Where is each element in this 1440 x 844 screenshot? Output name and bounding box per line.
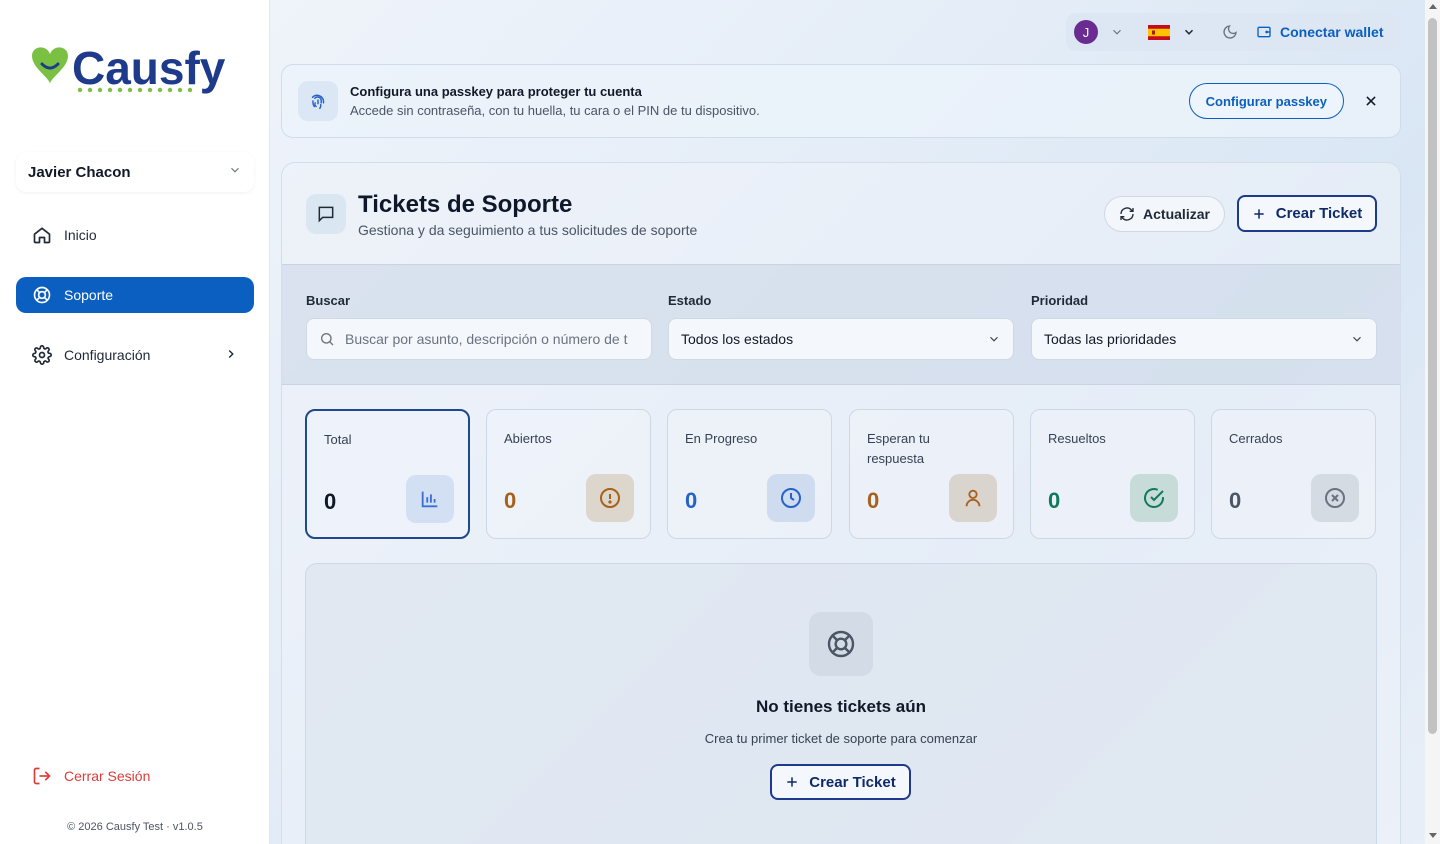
stat-value: 0 [1229,488,1242,513]
clock-icon [767,474,815,522]
chevron-down-icon [1350,332,1364,346]
stat-value: 0 [685,488,698,513]
logout-button[interactable]: Cerrar Sesión [32,766,150,786]
status-value: Todos los estados [681,331,794,347]
chevron-right-icon [224,347,238,364]
sidebar-item-configuracion[interactable]: Configuración [16,337,254,373]
search-placeholder: Buscar por asunto, descripción o número … [345,331,628,347]
create-ticket-button[interactable]: Crear Ticket [1237,195,1377,232]
connect-wallet-button[interactable]: Conectar wallet [1256,24,1383,40]
home-icon [32,225,52,245]
refresh-label: Actualizar [1143,206,1210,222]
wallet-label: Conectar wallet [1280,24,1384,40]
scroll-down-arrow-icon[interactable] [1429,833,1437,838]
chevron-down-icon [987,332,1001,346]
stat-value: 0 [1048,488,1061,513]
sidebar-item-soporte[interactable]: Soporte [16,277,254,313]
empty-create-ticket-button[interactable]: Crear Ticket [770,764,911,800]
sidebar-item-label: Inicio [64,227,97,243]
chevron-down-icon[interactable] [1110,25,1124,39]
stats-row: Total 0 Abiertos 0 En Progreso 0 Esperan… [305,409,1377,539]
search-label: Buscar [306,293,351,308]
sidebar-item-label: Soporte [64,287,114,303]
causfy-logo[interactable]: Causfy [28,38,244,98]
logout-label: Cerrar Sesión [64,768,151,784]
plus-icon [1252,207,1266,221]
card-header: Tickets de Soporte Gestiona y da seguimi… [282,163,1400,264]
refresh-button[interactable]: Actualizar [1104,196,1225,232]
priority-label: Prioridad [1031,293,1089,308]
top-toolbar: J Conectar wallet [1066,13,1400,51]
stat-card-cerrados[interactable]: Cerrados 0 [1211,409,1376,539]
configure-passkey-button[interactable]: Configurar passkey [1188,83,1344,119]
support-tickets-card: Tickets de Soporte Gestiona y da seguimi… [281,162,1401,844]
stat-label: Resueltos [1048,431,1106,446]
stat-label: Cerrados [1229,431,1283,446]
logout-icon [32,766,52,786]
stat-card-en-progreso[interactable]: En Progreso 0 [667,409,832,539]
filters-bar: Buscar Buscar por asunto, descripción o … [282,264,1400,385]
stat-card-resueltos[interactable]: Resueltos 0 [1030,409,1195,539]
chevron-down-icon [228,163,242,182]
empty-title: No tienes tickets aún [755,697,927,716]
user-selector[interactable]: Javier Chacon [16,152,254,192]
page-title: Tickets de Soporte [358,191,573,218]
priority-value: Todas las prioridades [1044,331,1177,347]
user-icon [949,474,997,522]
brand-name: Causfy [72,42,226,94]
gear-icon [32,345,52,365]
status-label: Estado [668,293,712,308]
search-icon [319,331,335,347]
scrollbar-thumb[interactable] [1428,18,1437,734]
passkey-banner: Configura una passkey para proteger tu c… [281,64,1401,138]
message-icon [306,194,346,234]
user-name: Javier Chacon [28,163,131,181]
banner-title: Configura una passkey para proteger tu c… [350,84,642,99]
stat-value: 0 [504,488,517,513]
stat-label: Esperan tu respuesta [867,431,930,466]
page-subtitle: Gestiona y da seguimiento a tus solicitu… [358,222,698,238]
empty-create-label: Crear Ticket [809,773,896,791]
es-flag-icon[interactable] [1148,24,1170,40]
priority-select[interactable]: Todas las prioridades [1031,318,1377,360]
sidebar-item-label: Configuración [64,347,151,363]
lifebuoy-icon [32,285,52,305]
empty-subtitle: Crea tu primer ticket de soporte para co… [704,731,978,746]
search-input[interactable]: Buscar por asunto, descripción o número … [306,318,652,360]
stat-card-total[interactable]: Total 0 [305,409,470,539]
fingerprint-icon [298,81,338,121]
create-ticket-label: Crear Ticket [1275,205,1363,222]
plus-icon [785,775,799,789]
banner-subtitle: Accede sin contraseña, con tu huella, tu… [350,103,760,118]
stat-label: Abiertos [504,431,552,446]
close-icon[interactable] [1364,94,1378,108]
status-select[interactable]: Todos los estados [668,318,1014,360]
empty-state: No tienes tickets aún Crea tu primer tic… [305,563,1377,844]
stat-card-esperan-respuesta[interactable]: Esperan tu respuesta 0 [849,409,1014,539]
chevron-down-icon[interactable] [1182,25,1196,39]
refresh-icon [1119,206,1135,222]
sidebar: Causfy Javier Chacon Inicio Soporte Conf… [0,0,270,844]
bar-chart-icon [406,475,454,523]
scroll-up-arrow-icon[interactable] [1429,4,1437,9]
lifebuoy-icon [809,612,873,676]
x-circle-icon [1311,474,1359,522]
sidebar-item-inicio[interactable]: Inicio [16,217,254,253]
stat-label: Total [324,432,352,447]
stat-label: En Progreso [685,431,758,446]
wallet-icon [1256,24,1272,40]
stat-card-abiertos[interactable]: Abiertos 0 [486,409,651,539]
footer-text: © 2026 Causfy Test · v1.0.5 [67,821,203,833]
avatar[interactable]: J [1074,20,1098,44]
stat-value: 0 [324,489,337,514]
stat-value: 0 [867,488,880,513]
alert-circle-icon [586,474,634,522]
moon-icon[interactable] [1222,24,1238,40]
scrollbar[interactable] [1425,0,1440,844]
check-circle-icon [1130,474,1178,522]
